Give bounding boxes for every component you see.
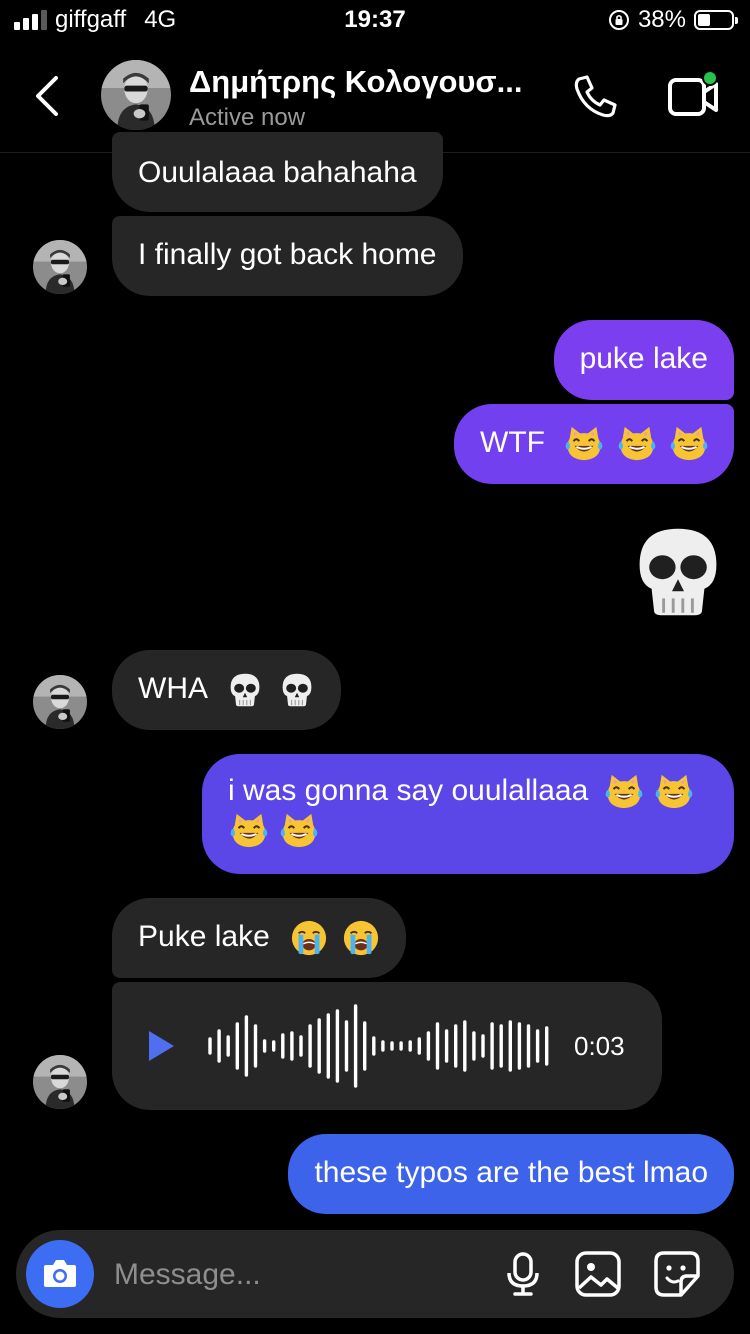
camera-button[interactable]	[26, 1240, 94, 1308]
battery-level	[698, 14, 710, 26]
cat-joy-emoji-icon	[565, 425, 603, 463]
skull-emoji-icon[interactable]	[630, 520, 726, 624]
message-bubble[interactable]: Puke lake	[112, 898, 407, 978]
phone-icon[interactable]	[570, 72, 620, 122]
battery-icon	[694, 10, 738, 30]
message-bubble[interactable]: Ouulalaaa bahahaha	[112, 132, 443, 212]
contact-avatar-small[interactable]	[33, 1055, 87, 1109]
message-text: Ouulalaaa bahahaha	[138, 156, 417, 189]
message-bubble[interactable]: WHA	[112, 650, 342, 730]
cat-joy-emoji-icon	[605, 773, 643, 811]
message-bubble-sent[interactable]: puke lake	[553, 320, 734, 400]
voice-duration: 0:03	[574, 1031, 625, 1061]
message-bubble-sent[interactable]: these typos are the best lmao	[288, 1134, 734, 1214]
status-bar: giffgaff 4G 19:37 38%	[0, 0, 750, 40]
message-bubble[interactable]: I finally got back home	[112, 216, 463, 296]
loudly-crying-emoji-icon	[342, 919, 380, 957]
camera-icon	[44, 1260, 76, 1287]
voice-message[interactable]: 0:03	[112, 982, 662, 1110]
back-arrow-icon[interactable]	[26, 72, 70, 120]
contact-avatar-small[interactable]	[33, 240, 87, 294]
contact-name[interactable]: Δημήτρης Κολογουσ...	[189, 64, 522, 100]
battery-percent: 38%	[637, 6, 686, 33]
presence-status: Active now	[189, 104, 306, 131]
message-text: Puke lake	[138, 920, 270, 953]
voice-waveform[interactable]	[206, 1002, 552, 1090]
cat-joy-emoji-icon	[655, 773, 693, 811]
play-icon[interactable]	[146, 1029, 176, 1063]
cat-joy-emoji-icon	[618, 425, 656, 463]
contact-avatar-small[interactable]	[33, 675, 87, 729]
rotation-lock-icon	[608, 10, 629, 30]
message-bubble-sent[interactable]: i was gonna say ouulallaaa	[202, 754, 734, 874]
microphone-icon[interactable]	[498, 1248, 548, 1300]
message-text: I finally got back home	[138, 238, 437, 271]
video-call-icon[interactable]	[664, 70, 724, 122]
skull-emoji-icon	[279, 671, 315, 709]
message-text: i was gonna say ouulallaaa	[228, 774, 589, 807]
contact-avatar[interactable]	[101, 60, 171, 130]
cat-joy-emoji-icon	[280, 812, 318, 850]
cat-joy-emoji-icon	[670, 425, 708, 463]
message-text: WHA	[138, 672, 207, 705]
skull-emoji-icon	[227, 671, 263, 709]
active-dot	[702, 70, 718, 86]
message-text: puke lake	[579, 342, 708, 375]
message-input[interactable]	[112, 1254, 476, 1296]
status-right: 38%	[608, 6, 738, 34]
message-bubble-sent[interactable]: WTF	[454, 404, 734, 484]
message-text: these typos are the best lmao	[314, 1156, 708, 1189]
gallery-icon[interactable]	[573, 1248, 623, 1300]
loudly-crying-emoji-icon	[290, 919, 328, 957]
sticker-icon[interactable]	[652, 1248, 702, 1300]
message-composer	[16, 1230, 734, 1318]
cat-joy-emoji-icon	[230, 812, 268, 850]
message-text: WTF	[480, 426, 545, 459]
